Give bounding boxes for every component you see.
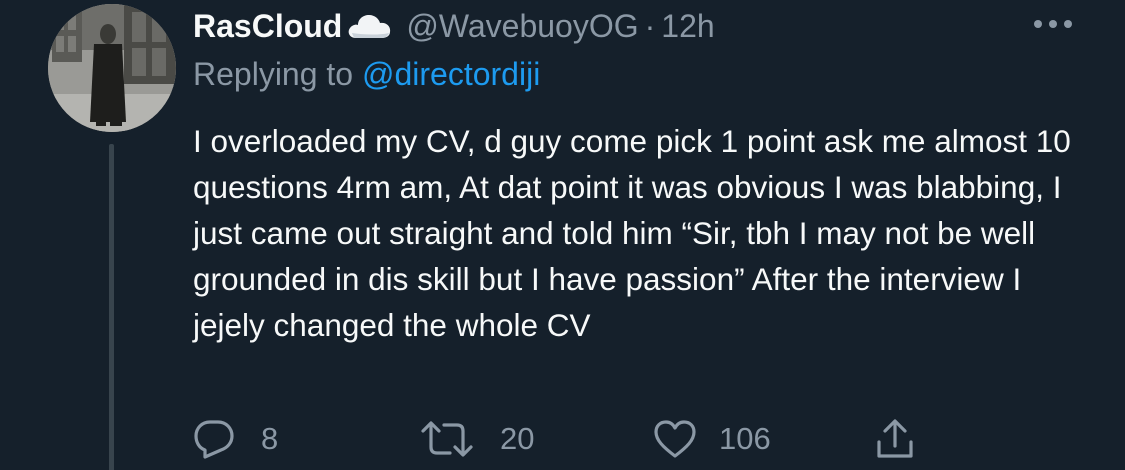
timestamp[interactable]: 12h (661, 8, 714, 45)
reply-button[interactable]: 8 (193, 414, 278, 464)
tweet-header: RasCloud @WavebuoyOG · 12h (193, 4, 715, 48)
handle[interactable]: @WavebuoyOG (406, 8, 638, 45)
heart-icon (653, 419, 697, 459)
retweet-button[interactable]: 20 (420, 414, 534, 464)
separator-dot: · (644, 7, 656, 44)
reply-count: 8 (261, 421, 279, 456)
like-count: 106 (719, 421, 771, 456)
more-icon[interactable] (1030, 14, 1076, 34)
share-button[interactable] (875, 414, 915, 464)
thread-line (109, 144, 114, 470)
cloud-icon (346, 11, 392, 41)
tweet-text: I overloaded my CV, d guy come pick 1 po… (193, 123, 1071, 343)
retweet-count: 20 (500, 421, 535, 456)
replying-to-mention[interactable]: @directordiji (362, 56, 540, 92)
action-bar: 8 20 106 (193, 414, 1093, 464)
retweet-icon (420, 419, 474, 459)
display-name[interactable]: RasCloud (193, 8, 342, 45)
share-icon (875, 418, 915, 460)
replying-to-line: Replying to @directordiji (193, 56, 540, 93)
replying-prefix: Replying to (193, 56, 354, 92)
avatar[interactable] (48, 4, 176, 132)
reply-icon (193, 419, 235, 459)
like-button[interactable]: 106 (653, 414, 771, 464)
avatar-photo (48, 4, 176, 132)
tweet: RasCloud @WavebuoyOG · 12h Replying to @… (0, 0, 1125, 470)
